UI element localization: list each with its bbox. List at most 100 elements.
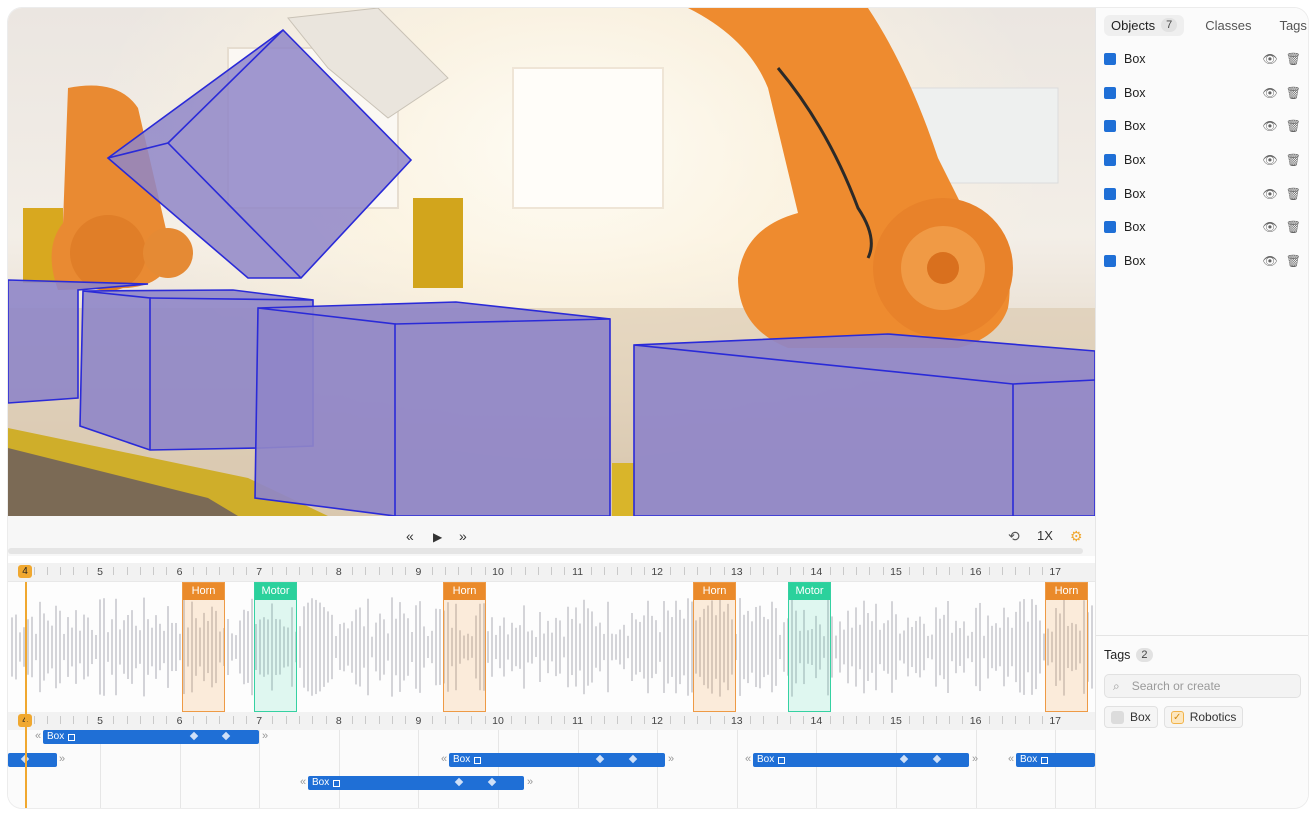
tab-objects[interactable]: Objects 7 [1104,14,1185,36]
eye-icon[interactable]: 👁 [1263,187,1278,201]
audio-segment-horn[interactable]: Horn [693,582,736,712]
chevron-left-icon[interactable]: « [35,730,41,742]
object-item[interactable]: Box 👁 🗑 [1096,177,1308,211]
ruler-tick-label: 11 [572,566,584,578]
chevron-left-icon[interactable]: « [1008,753,1014,765]
ruler-tick [192,716,194,724]
robot-joint [927,252,959,284]
chevron-left-icon[interactable]: « [745,753,751,765]
audio-segment-horn[interactable]: Horn [1045,582,1088,712]
audio-segment-motor[interactable]: Motor [254,582,297,712]
ruler-tick [909,716,911,724]
chevron-right-icon[interactable]: » [527,776,533,788]
keyframe-icon[interactable] [189,731,199,741]
chevron-right-icon[interactable]: » [59,753,65,765]
tab-tags[interactable]: Tags [1272,15,1308,36]
eye-icon[interactable]: 👁 [1263,153,1278,167]
object-item[interactable]: Box 👁 🗑 [1096,109,1308,143]
box-annotation[interactable] [254,301,611,516]
trash-icon[interactable]: 🗑 [1286,52,1301,66]
ruler-tick [829,716,831,724]
eye-icon[interactable]: 👁 [1263,220,1278,234]
object-track-bar[interactable]: Box [1016,753,1095,767]
keyframe-icon[interactable] [221,731,231,741]
object-track-bar[interactable]: Box [753,753,969,767]
speed-button[interactable]: 1X [1037,528,1053,543]
track-label: Box [312,777,330,788]
ruler-tick [551,567,553,575]
chevron-left-icon[interactable]: « [441,753,447,765]
audio-segment-horn[interactable]: Horn [182,582,225,712]
search-icon: ⌕ [1113,678,1120,693]
eye-icon[interactable]: 👁 [1263,52,1278,66]
object-track-bar[interactable]: Box [308,776,524,790]
chevron-right-icon[interactable]: » [668,753,674,765]
object-track-bar[interactable]: Box [43,730,259,744]
loop-icon[interactable]: ⟲ [1008,528,1020,545]
object-list: Box 👁 🗑 Box 👁 🗑 Box 👁 🗑 Box 👁 🗑 Box 👁 🗑 Box 👁 🗑 Box 👁… [1096,42,1308,278]
trash-icon[interactable]: 🗑 [1286,187,1301,201]
ruler-tick [630,567,632,575]
ruler-tick [444,567,446,575]
ruler-tick [33,567,35,575]
window [512,67,664,209]
ruler-tick [60,567,62,575]
video-canvas[interactable] [8,8,1095,516]
eye-icon[interactable]: 👁 [1263,119,1278,133]
object-item[interactable]: Box 👁 🗑 [1096,244,1308,278]
object-track-bar[interactable] [8,753,57,767]
ruler-tick [206,567,208,575]
eye-icon[interactable]: 👁 [1263,86,1278,100]
object-track-bar[interactable]: Box [449,753,665,767]
grid-line [338,730,340,808]
chevron-right-icon[interactable]: » [262,730,268,742]
object-item[interactable]: Box 👁 🗑 [1096,143,1308,177]
tag-chip[interactable]: Box [1104,706,1158,728]
ruler-tick [1015,567,1017,575]
rewind-button[interactable]: « [406,528,414,544]
trash-icon[interactable]: 🗑 [1286,119,1301,133]
checkbox-unchecked[interactable] [1111,710,1124,724]
object-item[interactable]: Box 👁 🗑 [1096,76,1308,110]
object-item[interactable]: Box 👁 🗑 [1096,210,1308,244]
trash-icon[interactable]: 🗑 [1286,86,1301,100]
tag-chip[interactable]: ✓ Robotics [1163,706,1244,728]
keyframe-icon[interactable] [628,754,638,764]
track-label: Box [47,731,65,742]
ruler-tick-label: 13 [730,715,743,727]
ruler-tick [697,716,698,724]
object-item[interactable]: Box 👁 🗑 [1096,42,1308,76]
box-annotation[interactable] [633,333,1095,516]
keyframe-icon[interactable] [899,754,909,764]
play-button[interactable]: ▶ [433,530,442,544]
audio-segment-horn[interactable]: Horn [443,582,486,712]
chevron-left-icon[interactable]: « [300,776,306,788]
tab-classes[interactable]: Classes [1198,15,1258,36]
playhead[interactable] [25,582,27,808]
keyframe-icon[interactable] [487,777,497,787]
keyframe-icon[interactable] [454,777,464,787]
square-icon [68,733,76,741]
ruler-tick [803,567,805,575]
eye-icon[interactable]: 👁 [1263,254,1278,268]
keyframe-icon[interactable] [932,754,942,764]
timeline-ruler-objects[interactable]: 4 567891011121314151617 [8,712,1095,731]
checkbox-checked-icon[interactable]: ✓ [1170,710,1184,724]
chevron-right-icon[interactable]: » [972,753,978,765]
settings-icon[interactable]: ⚙ [1070,528,1083,545]
forward-button[interactable]: » [459,528,467,544]
ruler-tick [1041,716,1043,724]
color-swatch [1104,221,1116,234]
trash-icon[interactable]: 🗑 [1286,153,1301,167]
timeline-ruler-audio[interactable]: 4 5 6 7 8 9 10 11 12 13 14 15 16 17 [8,563,1095,582]
trash-icon[interactable]: 🗑 [1286,254,1301,268]
ruler-tick [949,567,951,575]
keyframe-icon[interactable] [595,754,605,764]
audio-segment-motor[interactable]: Motor [788,582,831,712]
progress-bar[interactable] [8,548,1083,554]
tag-search-input[interactable] [1129,678,1284,694]
trash-icon[interactable]: 🗑 [1286,220,1301,234]
object-label: Box [1124,152,1146,167]
ruler-tick [564,567,566,575]
audio-track[interactable]: Horn Motor Horn Horn Motor Horn [8,582,1095,712]
